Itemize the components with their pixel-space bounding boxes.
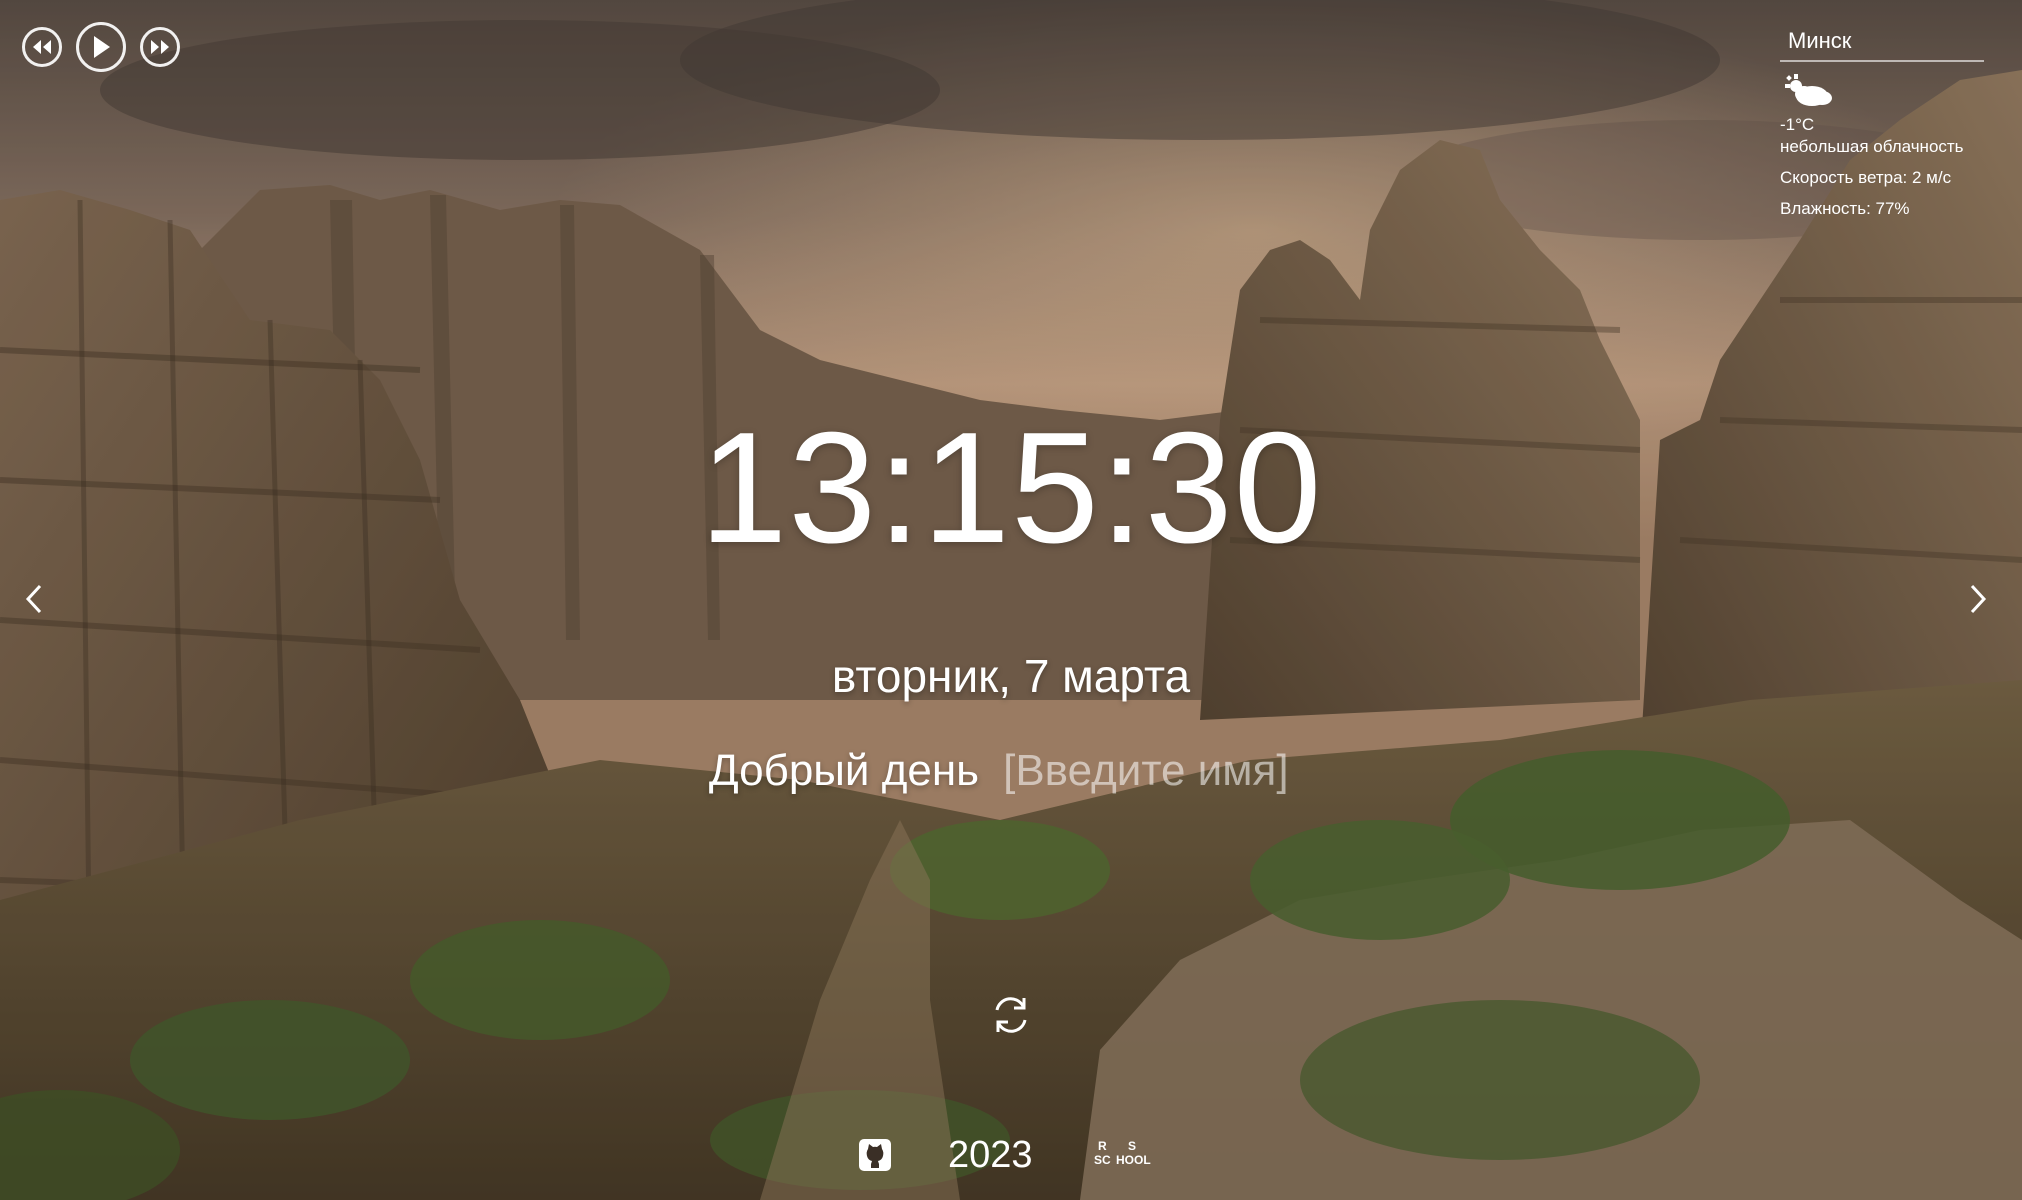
chevron-right-icon	[1970, 584, 1987, 614]
clock-time: 13:15:30	[699, 400, 1323, 576]
weather-description: небольшая облачность	[1780, 137, 1964, 156]
greeting-container: Добрый день	[0, 742, 2022, 800]
greeting-text: Добрый день	[708, 746, 980, 795]
name-input[interactable]	[1003, 746, 1314, 796]
play-button[interactable]	[76, 22, 126, 72]
github-link[interactable]	[858, 1138, 892, 1172]
chevron-left-icon	[25, 584, 42, 614]
change-quote-button[interactable]	[988, 992, 1034, 1038]
refresh-icon	[995, 997, 1027, 1033]
rewind-icon	[33, 40, 51, 54]
copyright-year: 2023	[948, 1134, 1033, 1176]
rewind-button[interactable]	[22, 27, 62, 67]
github-icon	[859, 1139, 891, 1171]
play-icon	[94, 36, 110, 58]
audio-player	[22, 22, 180, 72]
weather-widget: Минск -1°C небольшая облачность Скорость…	[1780, 26, 1986, 220]
date-text: вторник, 7 марта	[831, 650, 1191, 702]
city-input[interactable]: Минск	[1780, 26, 1984, 62]
humidity: Влажность: 77%	[1780, 199, 1910, 218]
footer: 2023 R S SC HOOL	[0, 1132, 2022, 1178]
wind-speed: Скорость ветра: 2 м/с	[1780, 168, 1952, 187]
rs-school-logo[interactable]: R S SC HOOL	[1094, 1140, 1162, 1170]
temperature: -1°C	[1780, 115, 1815, 134]
fast-forward-button[interactable]	[140, 27, 180, 67]
cloudy-icon	[1784, 72, 1836, 110]
fast-forward-icon	[151, 40, 169, 54]
slide-next-button[interactable]	[1958, 576, 1998, 622]
slide-prev-button[interactable]	[14, 576, 54, 622]
